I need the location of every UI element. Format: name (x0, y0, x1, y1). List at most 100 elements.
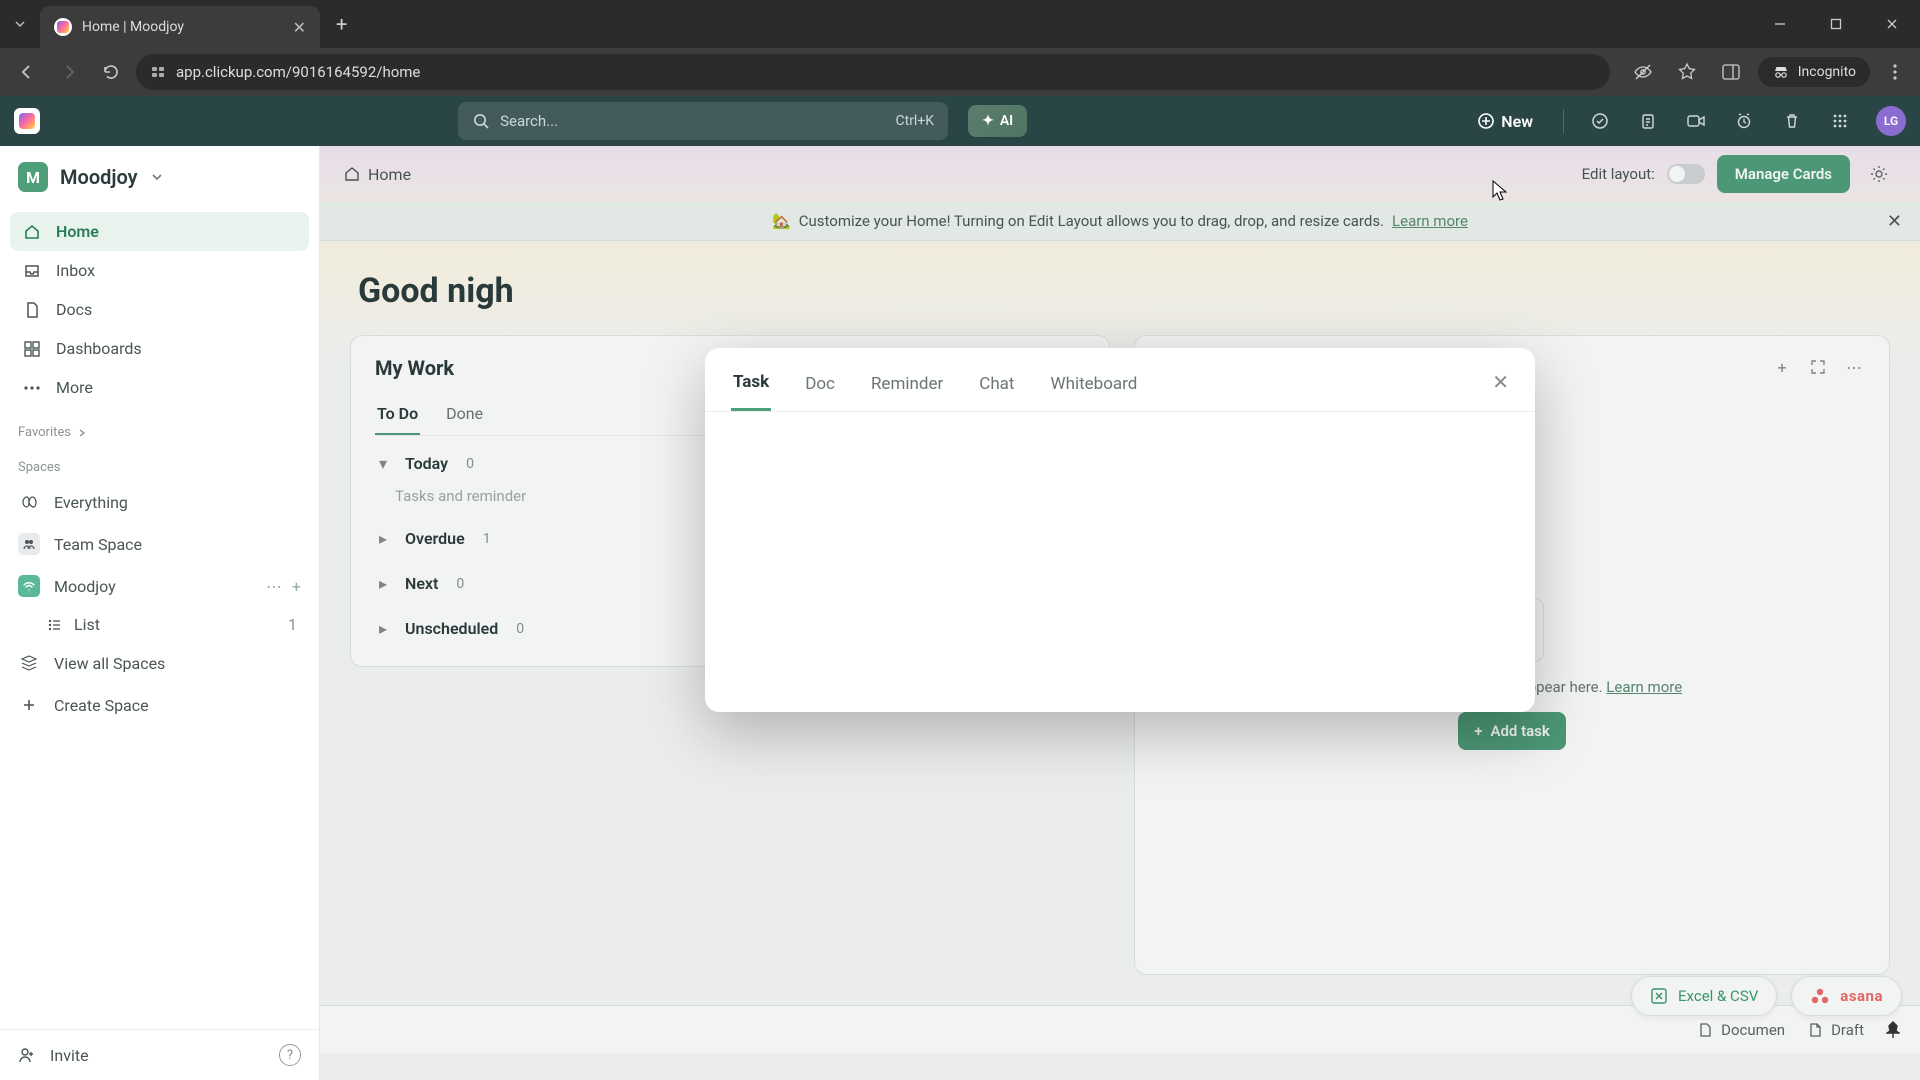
docs-icon (22, 301, 42, 319)
sidebar-item-label: More (56, 378, 93, 397)
sidebar-footer: Invite ? (0, 1029, 319, 1080)
space-add-icon[interactable]: + (292, 577, 301, 596)
eye-off-icon[interactable] (1626, 55, 1660, 89)
wifi-icon (18, 575, 40, 597)
sidebar-item-dashboards[interactable]: Dashboards (10, 329, 309, 368)
modal-tab-doc[interactable]: Doc (803, 368, 837, 410)
create-modal: Task Doc Reminder Chat Whiteboard ✕ (705, 348, 1535, 712)
browser-tab[interactable]: Home | Moodjoy ✕ (40, 6, 320, 48)
window-maximize-button[interactable] (1808, 0, 1864, 48)
browser-titlebar: Home | Moodjoy ✕ + (0, 0, 1920, 48)
modal-tab-reminder[interactable]: Reminder (869, 368, 945, 410)
bookmark-star-icon[interactable] (1670, 55, 1704, 89)
everything-icon (18, 491, 40, 513)
dashboard-icon (22, 340, 42, 358)
sidebar-item-label: Dashboards (56, 339, 142, 358)
workspace-badge: M (18, 162, 48, 192)
main-content: Home Edit layout: Manage Cards 🏡 Customi… (320, 146, 1920, 1080)
more-icon (22, 385, 42, 391)
incognito-badge[interactable]: Incognito (1758, 57, 1870, 87)
sidebar: M Moodjoy Home Inbox Docs (0, 146, 320, 1080)
sidebar-item-home[interactable]: Home (10, 212, 309, 251)
forward-button[interactable] (52, 55, 86, 89)
sidebar-item-more[interactable]: More (10, 368, 309, 407)
clickup-logo[interactable] (14, 108, 40, 134)
new-button[interactable]: New (1465, 104, 1545, 139)
team-icon (18, 533, 40, 555)
invite-icon (18, 1046, 36, 1064)
incognito-label: Incognito (1798, 64, 1856, 80)
user-avatar[interactable]: LG (1876, 106, 1906, 136)
search-kbd: Ctrl+K (896, 113, 935, 129)
workspace-switcher[interactable]: M Moodjoy (0, 146, 319, 208)
new-tab-button[interactable]: + (320, 12, 363, 36)
sidebar-item-inbox[interactable]: Inbox (10, 251, 309, 290)
window-close-button[interactable] (1864, 0, 1920, 48)
chevron-right-icon (77, 428, 87, 438)
reload-button[interactable] (94, 55, 128, 89)
tab-favicon (54, 18, 72, 36)
sparkle-icon: ✦ (982, 113, 994, 129)
space-label: View all Spaces (54, 654, 165, 673)
side-panel-icon[interactable] (1714, 55, 1748, 89)
space-team[interactable]: Team Space (0, 523, 319, 565)
space-label: Team Space (54, 535, 142, 554)
browser-menu-button[interactable] (1880, 63, 1910, 81)
url-bar[interactable]: app.clickup.com/9016164592/home (136, 54, 1610, 90)
modal-close-icon[interactable]: ✕ (1492, 370, 1509, 408)
search-placeholder: Search... (500, 112, 885, 130)
chevron-down-icon (150, 170, 164, 184)
list-count: 1 (288, 615, 319, 634)
tab-close-icon[interactable]: ✕ (293, 18, 306, 37)
favorites-section[interactable]: Favorites (0, 411, 319, 446)
tab-title: Home | Moodjoy (82, 19, 283, 35)
modal-backdrop[interactable]: Task Doc Reminder Chat Whiteboard ✕ (320, 146, 1920, 1080)
modal-tab-whiteboard[interactable]: Whiteboard (1049, 368, 1140, 410)
url-text: app.clickup.com/9016164592/home (176, 63, 420, 81)
tab-search-dropdown[interactable] (0, 18, 40, 30)
incognito-icon (1772, 63, 1790, 81)
list-item[interactable]: List 1 (0, 607, 319, 642)
space-everything[interactable]: Everything (0, 481, 319, 523)
space-label: Create Space (54, 696, 149, 715)
sidebar-item-label: Docs (56, 300, 92, 319)
notepad-icon[interactable] (1630, 103, 1666, 139)
inbox-icon (22, 262, 42, 280)
apps-grid-icon[interactable] (1822, 103, 1858, 139)
space-more-icon[interactable]: ⋯ (266, 577, 282, 596)
list-label: List (74, 615, 100, 634)
back-button[interactable] (10, 55, 44, 89)
record-clip-icon[interactable] (1678, 103, 1714, 139)
sidebar-item-docs[interactable]: Docs (10, 290, 309, 329)
space-label: Everything (54, 493, 128, 512)
site-settings-icon[interactable] (150, 64, 166, 80)
modal-tab-task[interactable]: Task (731, 366, 771, 411)
home-icon (22, 223, 42, 241)
spaces-section: Spaces (0, 446, 319, 481)
plus-circle-icon (1477, 112, 1495, 130)
browser-toolbar: app.clickup.com/9016164592/home Incognit… (0, 48, 1920, 96)
help-icon[interactable]: ? (279, 1044, 301, 1066)
invite-label[interactable]: Invite (50, 1046, 89, 1065)
workspace-name: Moodjoy (60, 165, 138, 189)
search-icon (472, 112, 490, 130)
view-all-spaces[interactable]: View all Spaces (0, 642, 319, 684)
plus-icon (18, 694, 40, 716)
space-moodjoy[interactable]: Moodjoy ⋯ + (0, 565, 319, 607)
search-box[interactable]: Search... Ctrl+K (458, 102, 948, 140)
sidebar-item-label: Inbox (56, 261, 95, 280)
window-minimize-button[interactable] (1752, 0, 1808, 48)
list-icon (46, 617, 62, 633)
trash-icon[interactable] (1774, 103, 1810, 139)
modal-body (705, 412, 1535, 712)
modal-tab-chat[interactable]: Chat (977, 368, 1016, 410)
sidebar-item-label: Home (56, 222, 99, 241)
new-label: New (1501, 112, 1533, 131)
layers-icon (18, 652, 40, 674)
check-circle-icon[interactable] (1582, 103, 1618, 139)
reminder-clock-icon[interactable] (1726, 103, 1762, 139)
app-header: Search... Ctrl+K ✦ AI New LG (0, 96, 1920, 146)
create-space[interactable]: Create Space (0, 684, 319, 726)
space-label: Moodjoy (54, 577, 116, 596)
ai-button[interactable]: ✦ AI (968, 105, 1027, 137)
